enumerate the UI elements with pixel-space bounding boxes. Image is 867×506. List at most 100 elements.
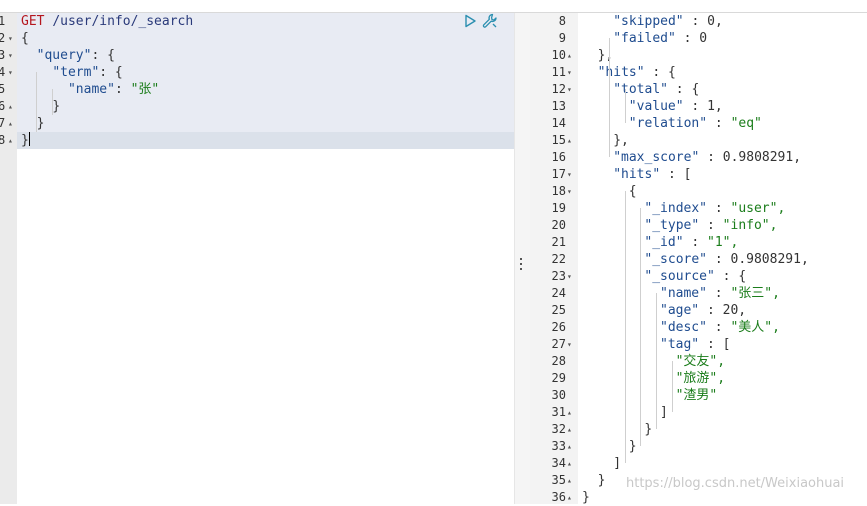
request-line-6[interactable]: } <box>21 98 60 115</box>
line-number: 34 <box>551 456 566 470</box>
line-number: 6 ▴ <box>0 98 13 115</box>
wrench-icon[interactable] <box>482 13 498 29</box>
line-number: 11 <box>551 65 566 79</box>
fold-arrow-icon[interactable]: ▾ <box>567 166 577 183</box>
response-line: "_score" : 0.9808291, <box>644 252 809 267</box>
line-number: 5 <box>0 82 6 96</box>
indent-guide <box>671 361 673 412</box>
fold-arrow-icon[interactable]: ▾ <box>8 30 13 47</box>
response-line: "total" : { <box>613 82 700 97</box>
response-line: "_source" : { <box>644 269 747 284</box>
response-line: "max_score" : 0.9808291, <box>613 150 802 165</box>
response-line: "failed" : 0 <box>613 31 708 46</box>
line-number: 27 <box>551 337 566 351</box>
play-icon[interactable] <box>463 14 477 28</box>
line-number: 18 <box>551 184 566 198</box>
request-line-3[interactable]: "query": { <box>21 47 115 64</box>
http-method: GET <box>21 14 45 29</box>
indent-guide <box>624 89 626 123</box>
line-number: 17 <box>551 167 566 181</box>
fold-arrow-icon[interactable]: ▴ <box>567 132 577 149</box>
indent-guide <box>656 293 657 429</box>
response-line: "relation" : "eq" <box>628 116 762 131</box>
indent-guide <box>640 208 642 446</box>
line-number: 26 <box>551 320 566 334</box>
response-viewer[interactable]: 8 "skipped" : 0, 9 "failed" : 0 10 ▴}, 11 ▾ "hit… <box>530 13 867 506</box>
cursor-line-highlight <box>0 132 514 149</box>
line-number: 32 <box>551 422 566 436</box>
fold-arrow-icon[interactable]: ▴ <box>567 455 577 472</box>
fold-arrow-icon[interactable]: ▴ <box>567 472 577 489</box>
request-line-7[interactable]: } <box>21 115 45 132</box>
line-number: 20 <box>551 218 566 232</box>
text-cursor <box>28 132 30 146</box>
response-line: } <box>628 439 637 454</box>
request-editor[interactable]: 1 2 ▾ 3 ▾ 4 ▾ 5 6 ▴ 7 ▴ 8 ▴ GET /user/info/_se… <box>0 13 514 504</box>
line-number: 8 ▴ <box>0 132 13 149</box>
line-number: 1 <box>0 14 6 28</box>
response-line: }, <box>597 48 614 63</box>
fold-arrow-icon[interactable]: ▴ <box>8 115 13 132</box>
fold-arrow-icon[interactable]: ▴ <box>8 98 13 115</box>
response-line: } <box>644 422 653 437</box>
fold-arrow-icon[interactable]: ▴ <box>567 421 577 438</box>
line-number: 12 <box>551 82 566 96</box>
fold-arrow-icon[interactable]: ▴ <box>567 404 577 421</box>
request-line-8[interactable]: } <box>21 132 30 149</box>
response-line: "name" : "张三", <box>660 286 780 301</box>
fold-arrow-icon[interactable]: ▾ <box>8 47 13 64</box>
request-line-1[interactable]: GET /user/info/_search <box>21 13 193 30</box>
line-number: 13 <box>551 99 566 113</box>
line-number: 2 ▾ <box>0 30 13 47</box>
response-line: "_id" : "1", <box>644 235 739 250</box>
fold-arrow-icon[interactable]: ▾ <box>567 336 577 353</box>
line-number: 8 <box>558 14 566 28</box>
response-line: "_index" : "user", <box>644 201 786 216</box>
line-number: 4 ▾ <box>0 64 13 81</box>
response-line: "_type" : "info", <box>644 218 778 233</box>
fold-arrow-icon[interactable]: ▴ <box>8 132 13 149</box>
line-number: 30 <box>551 388 566 402</box>
line-number: 31 <box>551 405 566 419</box>
fold-arrow-icon[interactable]: ▴ <box>567 438 577 455</box>
line-number: 24 <box>551 286 566 300</box>
indent-guide <box>609 38 611 157</box>
line-number: 15 <box>551 133 566 147</box>
fold-arrow-icon[interactable]: ▴ <box>567 489 577 506</box>
fold-arrow-icon[interactable]: ▾ <box>567 183 577 200</box>
response-line: "tag" : [ <box>660 337 731 352</box>
watermark: https://blog.csdn.net/Weixiaohuai <box>626 476 845 491</box>
request-line-4[interactable]: "term": { <box>21 64 122 81</box>
response-line: ] <box>613 456 622 471</box>
response-line: "desc" : "美人", <box>660 320 780 335</box>
fold-arrow-icon[interactable]: ▾ <box>567 81 577 98</box>
response-line: "hits" : [ <box>613 167 692 182</box>
line-number: 28 <box>551 354 566 368</box>
top-border <box>0 0 867 13</box>
fold-arrow-icon[interactable]: ▾ <box>8 64 13 81</box>
response-line: ] <box>660 405 668 420</box>
line-number: 35 <box>551 473 566 487</box>
response-line: "交友", <box>675 354 726 369</box>
response-line: "渣男" <box>675 388 718 403</box>
line-number: 7 ▴ <box>0 115 13 132</box>
response-line: "age" : 20, <box>660 303 747 318</box>
request-line-5[interactable]: "name": "张" <box>21 81 159 98</box>
line-number: 22 <box>551 252 566 266</box>
response-line: "旅游", <box>675 371 726 386</box>
drag-handle-icon[interactable] <box>520 258 523 272</box>
fold-arrow-icon[interactable]: ▾ <box>567 64 577 81</box>
response-line: "value" : 1, <box>628 99 723 114</box>
line-number: 3 ▾ <box>0 47 13 64</box>
response-line: } <box>582 490 590 505</box>
fold-arrow-icon[interactable]: ▴ <box>567 47 577 64</box>
line-number: 9 <box>558 31 566 45</box>
fold-arrow-icon[interactable]: ▾ <box>567 268 577 285</box>
line-number: 19 <box>551 201 566 215</box>
request-line-2[interactable]: { <box>21 30 29 47</box>
line-number: 25 <box>551 303 566 317</box>
line-number: 10 <box>551 48 566 62</box>
line-number: 29 <box>551 371 566 385</box>
response-line: }, <box>613 133 629 148</box>
response-line: } <box>597 473 606 488</box>
